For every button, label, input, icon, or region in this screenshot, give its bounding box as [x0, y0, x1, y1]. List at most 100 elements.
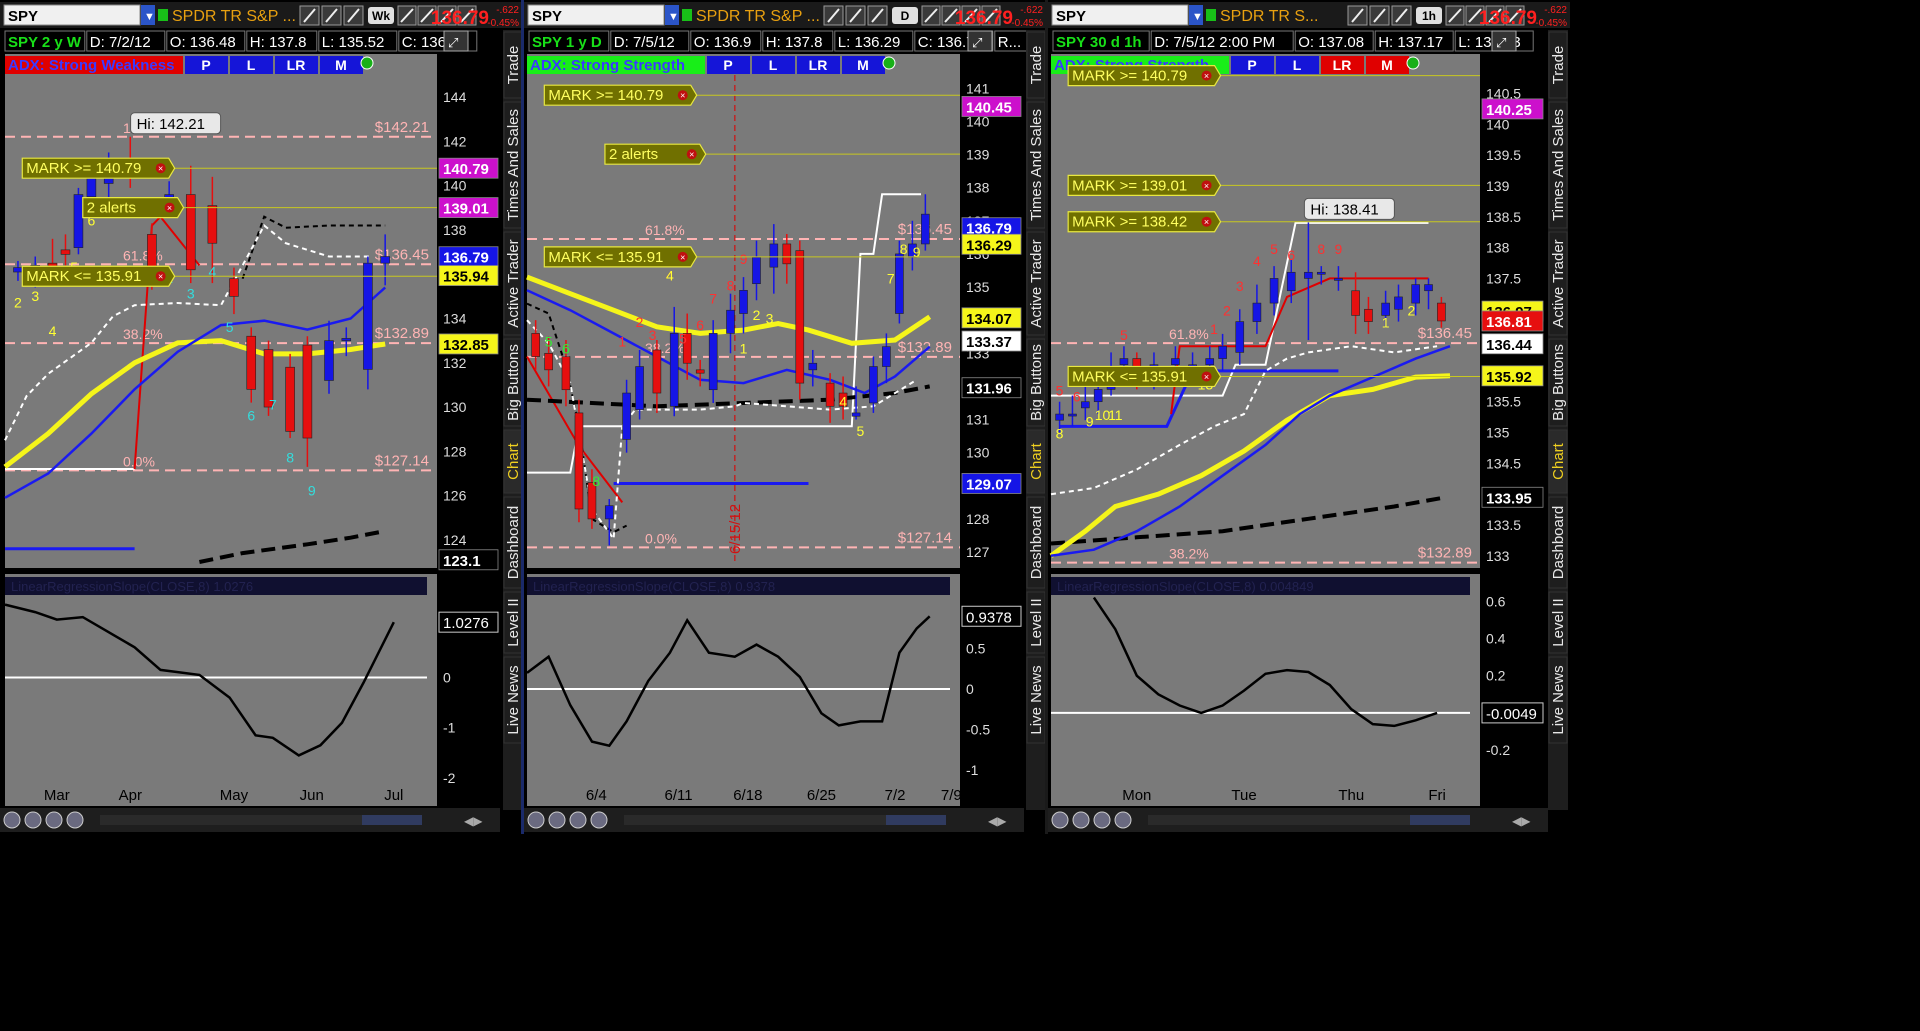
sequence-count: 9: [913, 244, 921, 260]
candle-body: [895, 253, 904, 314]
x-tick-label: Mon: [1122, 787, 1151, 804]
sequence-count: 4: [49, 323, 57, 339]
pan-icon[interactable]: [527, 811, 545, 829]
sequence-count: 6: [1073, 389, 1081, 405]
oscillator-plot-area[interactable]: [527, 574, 960, 780]
candle-body: [1055, 413, 1064, 421]
chevron-down-icon: ▼: [668, 11, 679, 23]
osc-tick-label: -1: [966, 762, 979, 778]
period-label: D: [901, 9, 910, 23]
link-icon[interactable]: [158, 9, 168, 21]
ohlc-l: L: 136.29: [838, 34, 901, 51]
x-tick-label: Apr: [119, 787, 142, 804]
symbol-text: SPY: [1056, 8, 1086, 25]
fib-percent-label: 61.8%: [123, 247, 163, 263]
candle-body: [851, 412, 861, 417]
adx-button-label: M: [1381, 57, 1393, 73]
scroll-arrows-icon[interactable]: ◀▶: [464, 814, 483, 828]
scrollbar-thumb[interactable]: [886, 815, 946, 825]
sequence-count: 1: [1382, 315, 1390, 331]
hand-icon[interactable]: [590, 811, 608, 829]
osc-tick-label: 0.4: [1486, 631, 1506, 647]
candle-body: [1316, 271, 1326, 275]
alert-close-glyph: ×: [158, 164, 163, 174]
company-name: SPDR TR S&P ...: [172, 8, 296, 25]
sequence-count: 7: [887, 271, 895, 287]
high-callout: Hi: 138.41: [1310, 201, 1378, 218]
pane-splitter[interactable]: [1051, 568, 1480, 574]
candle-body: [302, 344, 313, 439]
alert-text: MARK >= 139.01: [1072, 177, 1187, 194]
zoom-out-icon[interactable]: [569, 811, 587, 829]
price-tag: 140.25: [1486, 102, 1532, 119]
hand-icon[interactable]: [1114, 811, 1132, 829]
fib-price-label: $132.89: [1418, 545, 1472, 562]
sequence-count: 3: [1236, 278, 1244, 294]
y-tick-label: 135: [966, 279, 990, 295]
scroll-arrows-icon[interactable]: ◀▶: [988, 814, 1007, 828]
net-change: -.622: [1544, 5, 1567, 16]
side-tab-label: Active Trader: [1550, 239, 1567, 327]
pan-icon[interactable]: [1051, 811, 1069, 829]
price-tag: 133.37: [966, 334, 1012, 351]
x-tick-label: Thu: [1338, 787, 1364, 804]
side-tab-label: Chart: [1550, 442, 1567, 480]
sequence-count: 9: [1335, 241, 1343, 257]
link-icon[interactable]: [1206, 9, 1216, 21]
candle-body: [808, 362, 818, 371]
info-icon[interactable]: [360, 56, 374, 70]
price-tag: 134.07: [966, 311, 1012, 328]
sequence-count: 9: [308, 483, 316, 499]
expand-glyph: ⤢: [972, 35, 982, 50]
zoom-out-icon[interactable]: [1093, 811, 1111, 829]
sequence-count: 3: [649, 327, 657, 343]
pane-splitter[interactable]: [5, 568, 437, 574]
side-tab-label: Chart: [1028, 442, 1045, 480]
alert-close-glyph: ×: [158, 272, 163, 282]
pane-splitter[interactable]: [527, 568, 960, 574]
info-icon[interactable]: [1406, 56, 1420, 70]
high-callout: Hi: 142.21: [137, 116, 205, 133]
ohlc-r: R...: [998, 34, 1021, 51]
x-tick-label: Jul: [384, 787, 403, 804]
y-tick-label: 141: [966, 80, 990, 96]
pan-icon[interactable]: [3, 811, 21, 829]
symbol-text: SPY: [532, 8, 562, 25]
alert-close-glyph: ×: [1204, 217, 1209, 227]
ohlc-h: H: 137.17: [1378, 34, 1443, 51]
panel-divider[interactable]: [1045, 0, 1048, 834]
ohlc-h: H: 137.8: [766, 34, 823, 51]
price-tag: 129.07: [966, 476, 1012, 493]
zoom-out-icon[interactable]: [45, 811, 63, 829]
oscillator-plot-area[interactable]: [1051, 574, 1480, 780]
x-tick-label: 6/18: [733, 787, 762, 804]
x-tick-label: 6/11: [665, 787, 693, 804]
link-icon[interactable]: [682, 9, 692, 21]
osc-tick-label: -2: [443, 770, 456, 786]
sequence-count: 9: [740, 251, 748, 267]
adx-button-label: LR: [1333, 57, 1352, 73]
scrollbar-thumb[interactable]: [362, 815, 422, 825]
last-price: 136.79: [955, 8, 1013, 29]
hand-icon[interactable]: [66, 811, 84, 829]
scroll-arrows-icon[interactable]: ◀▶: [1512, 814, 1531, 828]
zoom-in-icon[interactable]: [1072, 811, 1090, 829]
candle-body: [726, 309, 735, 334]
candle-body: [531, 333, 540, 357]
zoom-in-icon[interactable]: [548, 811, 566, 829]
side-tab-label: Trade: [1550, 46, 1567, 85]
zoom-in-icon[interactable]: [24, 811, 42, 829]
candle-body: [60, 249, 71, 255]
candle-body: [825, 382, 835, 407]
side-tab-label: Live News: [1550, 665, 1567, 734]
y-tick-label: 127: [966, 544, 990, 560]
sequence-count: 1: [1210, 321, 1218, 337]
panel-divider[interactable]: [521, 0, 524, 834]
alert-close-glyph: ×: [1204, 372, 1209, 382]
side-tab-label: Level II: [505, 598, 522, 646]
scrollbar-thumb[interactable]: [1410, 815, 1470, 825]
y-tick-label: 139.5: [1486, 147, 1521, 163]
info-icon[interactable]: [882, 56, 896, 70]
osc-tick-label: 0: [966, 681, 974, 697]
candle-body: [341, 338, 352, 341]
